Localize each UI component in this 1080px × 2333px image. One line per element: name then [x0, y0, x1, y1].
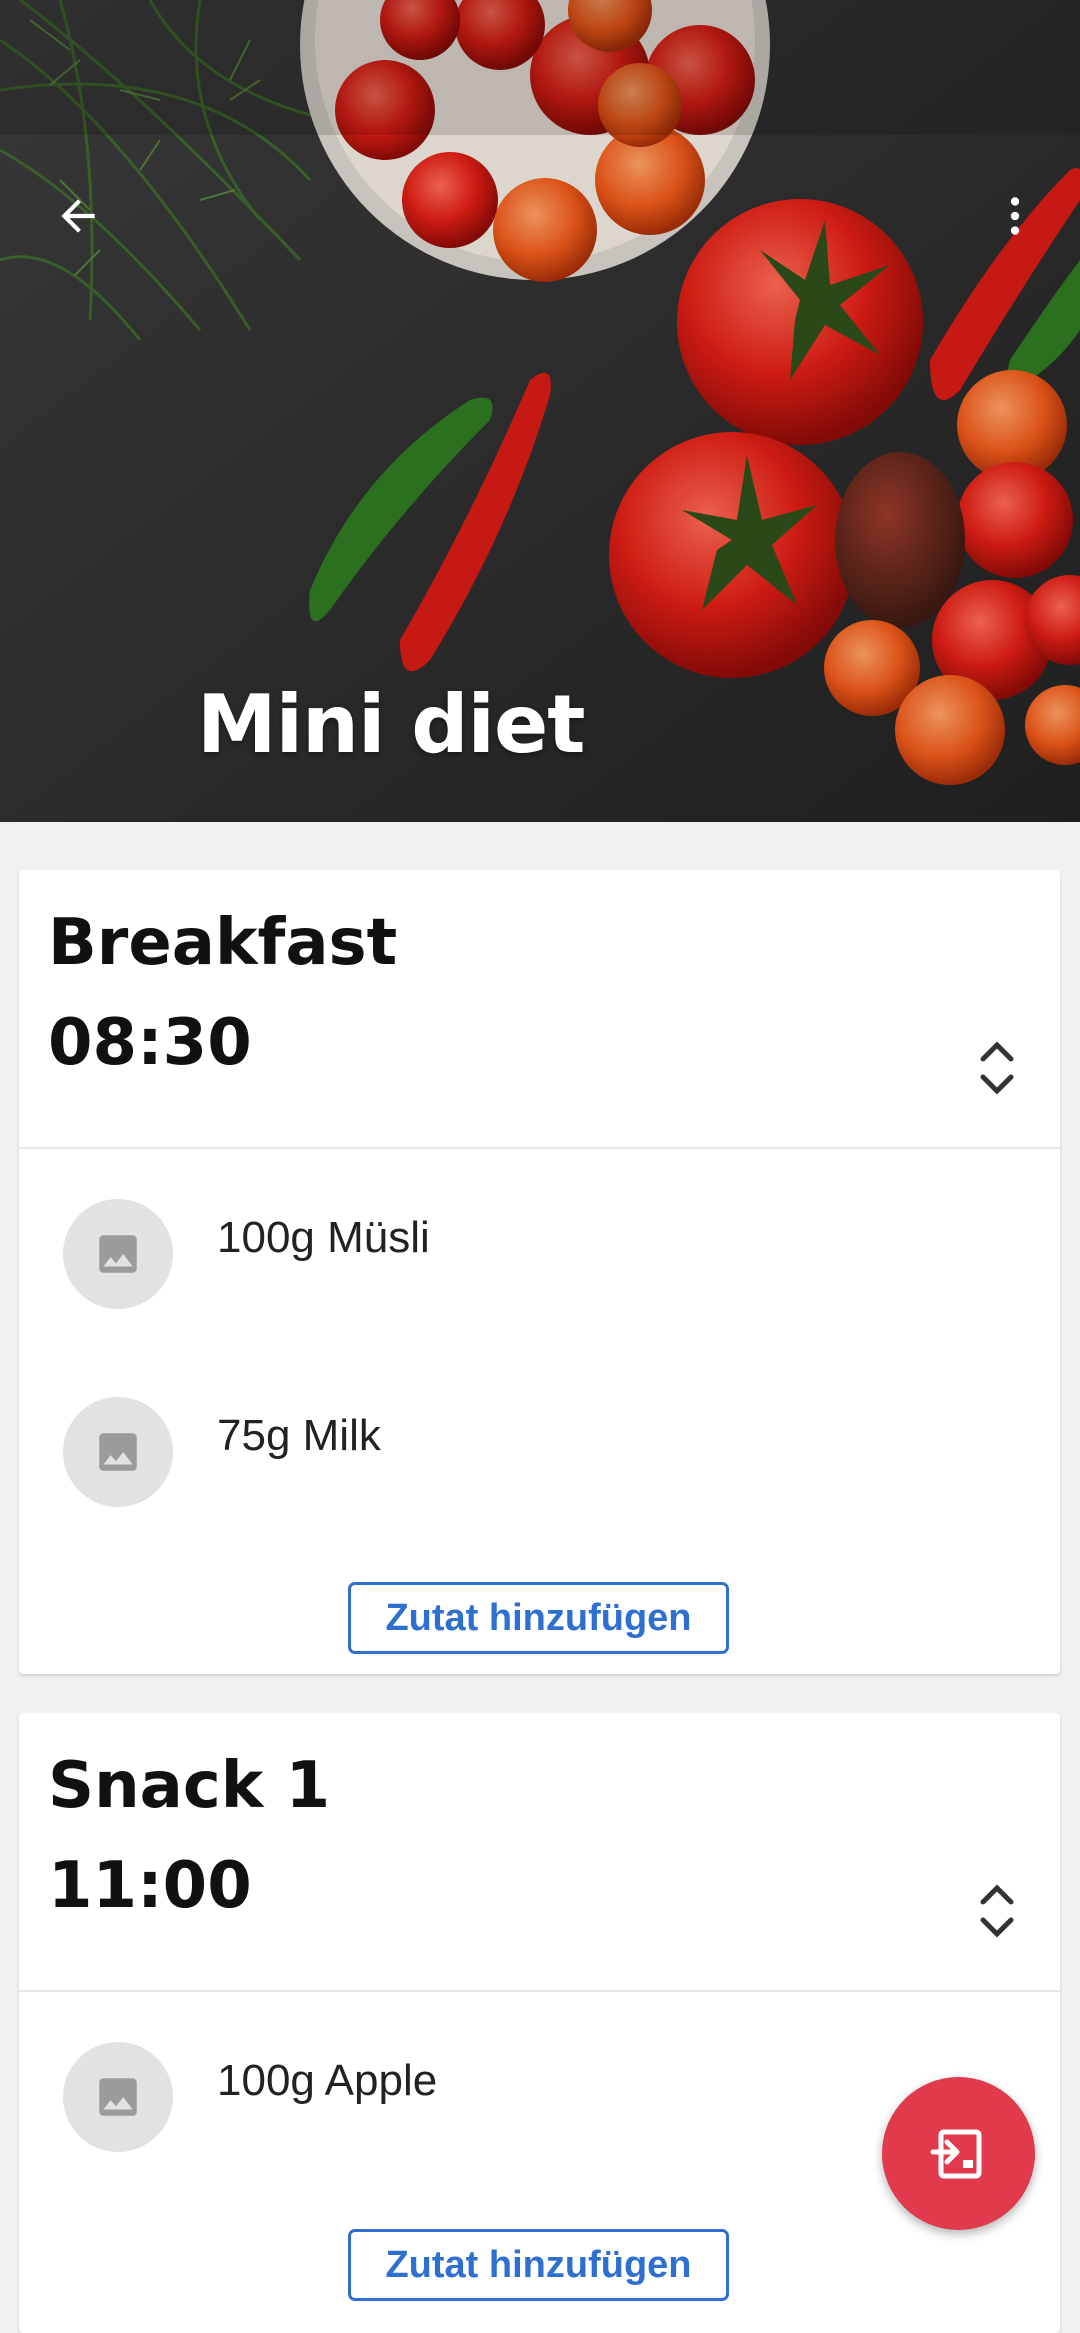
header-image: Mini diet [0, 0, 1080, 822]
more-vert-icon [1010, 197, 1020, 235]
arrow-back-icon [61, 199, 95, 233]
meal-card-breakfast: Breakfast 08:30 100g Müsli 75g Milk Zuta… [19, 870, 1060, 1674]
page-title: Mini diet [197, 678, 585, 771]
back-button[interactable] [38, 176, 118, 256]
export-pdf-fab[interactable] [882, 2077, 1035, 2230]
add-ingredient-button[interactable]: Zutat hinzufügen [348, 1582, 729, 1654]
status-bar-area [0, 0, 1080, 135]
meal-time[interactable]: 11:00 [48, 1849, 252, 1923]
unfold-more-icon [980, 1041, 1014, 1095]
image-placeholder-icon [99, 2078, 137, 2116]
ingredient-item[interactable]: 75g Milk [19, 1347, 1060, 1545]
expand-collapse-button[interactable] [949, 1863, 1045, 1959]
meal-header: Snack 1 11:00 [19, 1713, 1060, 1992]
more-options-button[interactable] [975, 176, 1055, 256]
ingredient-label: 100g Apple [217, 2056, 438, 2105]
meal-card-snack-1: Snack 1 11:00 100g Apple Zutat hinzufüge… [19, 1713, 1060, 2333]
ingredient-thumbnail [63, 1397, 173, 1507]
expand-collapse-button[interactable] [949, 1020, 1045, 1116]
ingredient-label: 100g Müsli [217, 1213, 430, 1262]
ingredient-item[interactable]: 100g Müsli [19, 1149, 1060, 1347]
ingredient-label: 75g Milk [217, 1411, 381, 1460]
meal-name: Breakfast [48, 906, 398, 980]
ingredient-thumbnail [63, 2042, 173, 2152]
image-placeholder-icon [99, 1235, 137, 1273]
meal-name: Snack 1 [48, 1749, 331, 1823]
ingredient-thumbnail [63, 1199, 173, 1309]
meal-time[interactable]: 08:30 [48, 1006, 252, 1080]
add-ingredient-button[interactable]: Zutat hinzufügen [348, 2229, 729, 2301]
unfold-more-icon [980, 1884, 1014, 1938]
pdf-export-icon [930, 2129, 981, 2178]
meal-header: Breakfast 08:30 [19, 870, 1060, 1149]
image-placeholder-icon [99, 1433, 137, 1471]
